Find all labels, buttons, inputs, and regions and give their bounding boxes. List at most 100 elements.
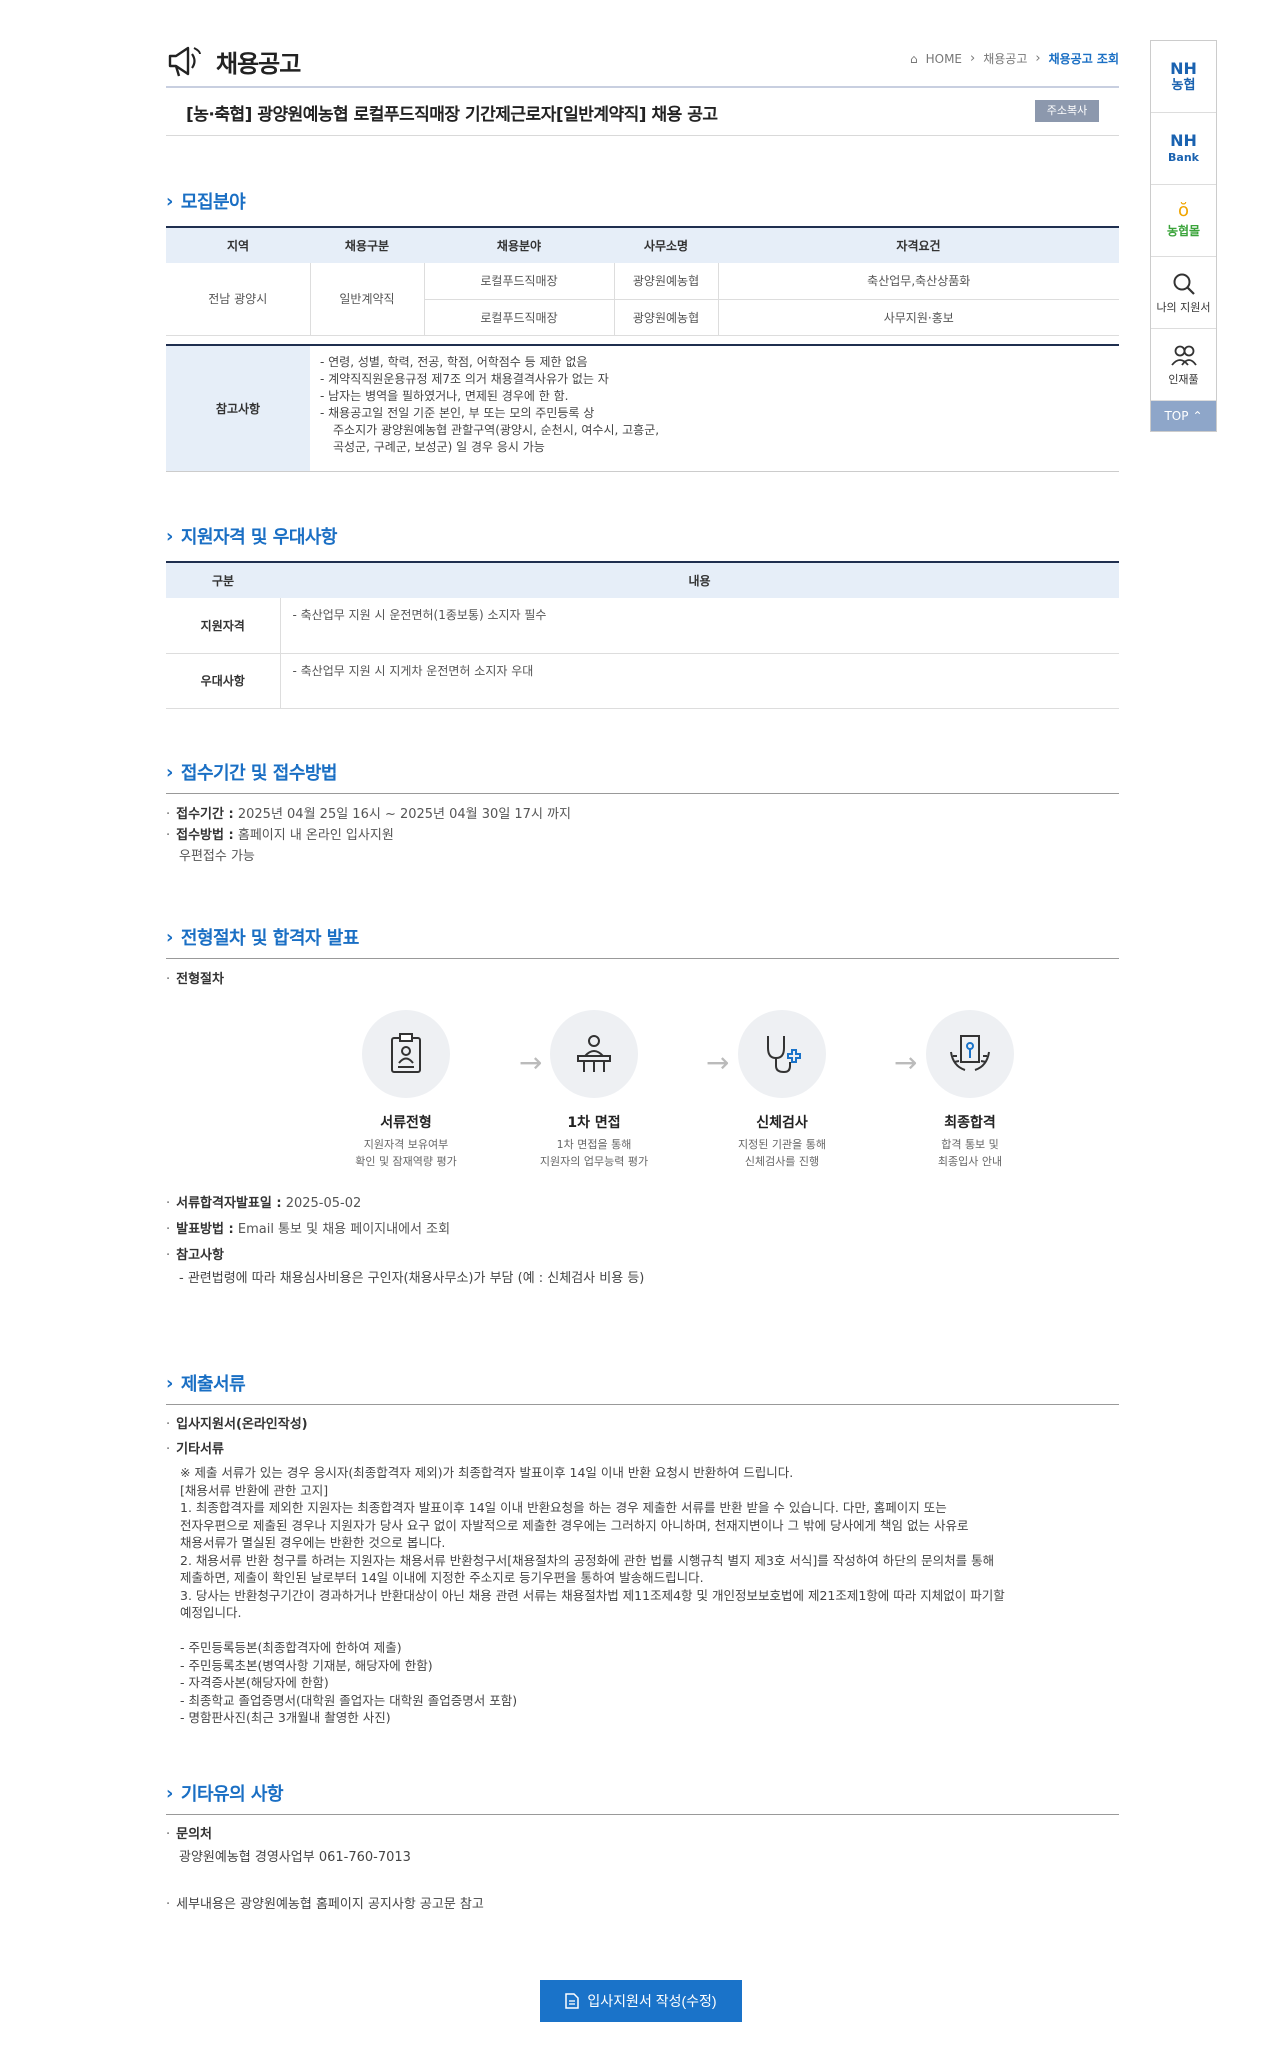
step-document: 서류전형 지원자격 보유여부 확인 및 잠재역량 평가 [326,1010,486,1170]
receipt-info: · 접수기간 : 2025년 04월 25일 16시 ~ 2025년 04월 30… [166,804,571,867]
top-label: TOP [1164,409,1189,423]
ref-label: 참고사항 [176,1248,224,1263]
doc-line [180,1622,1120,1640]
detail-line: · 세부내용은 광양원예농협 홈페이지 공지사항 공고문 참고 [166,1897,484,1912]
qualify-table: 구분 내용 지원자격 - 축산업무 지원 시 운전면허(1종보통) 소지자 필수… [166,561,1119,709]
row-label: 지원자격 [166,598,281,654]
talent-pool-link[interactable]: 인재풀 [1151,329,1216,401]
stethoscope-icon [738,1010,826,1098]
section-heading-label: 접수기간 및 접수방법 [180,763,338,784]
method-value: 홈페이지 내 온라인 입사지원 [237,828,394,843]
note-line: 주소지가 광양원예농협 관할구역(광양시, 순천시, 여수시, 고흥군, [333,423,660,437]
nh-bank-logo-subtext: Bank [1168,151,1199,164]
nh-logo-subtext: 농협 [1171,78,1196,93]
step-desc: 1차 면접을 통해 [556,1138,632,1151]
chevron-right-icon: › [970,51,976,66]
apply-button-label: 입사지원서 작성(수정) [587,1993,717,2009]
office-cell: 광양원예농협 [614,299,719,336]
process-sub-label: 전형절차 [176,972,224,987]
doc-line: 3. 당사는 반환청구기간이 경과하거나 반환대상이 아닌 채용 관련 서류는 … [180,1587,1005,1603]
breadcrumb-home[interactable]: HOME [926,52,962,66]
document-icon [362,1010,450,1098]
certificate-icon [926,1010,1014,1098]
chevron-right-icon: › [166,1372,173,1394]
method-value-2: 우편접수 가능 [179,849,255,864]
step-final: 최종합격 합격 통보 및 최종입사 안내 [890,1010,1050,1170]
breadcrumb-recruit[interactable]: 채용공고 [983,50,1027,67]
copy-address-button[interactable]: 주소복사 [1035,100,1099,122]
method-label: 접수방법 : [176,828,234,843]
step-title: 최종합격 [944,1115,996,1131]
doc-line: 전자우편으로 제출된 경우나 지원자가 당사 요구 없이 자발적으로 제출한 경… [180,1517,969,1533]
doc-line: - 명함판사진(최근 3개월내 촬영한 사진) [180,1710,391,1725]
breadcrumb-current[interactable]: 채용공고 조회 [1049,50,1119,67]
row-content: - 축산업무 지원 시 운전면허(1종보통) 소지자 필수 [280,598,1119,654]
chevron-right-icon: › [166,525,173,547]
section-heading-label: 지원자격 및 우대사항 [180,527,338,548]
step-desc: 합격 통보 및 [941,1138,999,1151]
doc-item: · 입사지원서(온라인작성) [166,1417,308,1432]
detail-value: 세부내용은 광양원예농협 홈페이지 공지사항 공고문 참고 [176,1897,484,1912]
step-title: 1차 면접 [567,1115,621,1131]
column-header: 사무소명 [614,226,718,263]
step-desc: 지원자의 업무능력 평가 [539,1155,649,1168]
table-row: 전남 광양시 일반계약직 로컬푸드직매장 광양원예농협 축산업무,축산상품화 [166,263,1119,336]
contact-value: 광양원예농협 경영사업부 061-760-7013 [179,1850,411,1865]
step-desc: 지정된 기관을 통해 [738,1138,826,1151]
nh-bank-link[interactable]: NH Bank [1151,113,1216,185]
region-cell: 전남 광양시 [166,263,311,336]
nh-nonghyup-link[interactable]: NH 농협 [1151,41,1216,113]
page-title: 채용공고 [216,50,301,78]
home-icon[interactable]: ⌂ [910,52,918,66]
period-label: 접수기간 : [176,807,234,822]
megaphone-icon [168,46,201,77]
chevron-right-icon: › [166,190,173,212]
doc-line: - 자격증사본(해당자에 한함) [180,1675,329,1690]
mall-logo-icon: ŏ [1177,200,1189,221]
top-button[interactable]: TOP ⌃ [1151,401,1216,431]
step-medical: 신체검사 지정된 기관을 통해 신체검사를 진행 [702,1010,862,1170]
column-header: 자격요건 [718,226,1119,263]
ref-line: · 참고사항 [166,1248,224,1263]
step-title: 서류전형 [380,1115,432,1131]
breadcrumb: ⌂ HOME › 채용공고 › 채용공고 조회 [910,50,1119,67]
column-header: 채용구분 [310,226,424,263]
chevron-right-icon: › [1035,51,1041,66]
note-line: - 채용공고일 전일 기준 본인, 부 또는 모의 주민등록 상 [320,406,595,420]
step-title: 신체검사 [756,1115,808,1131]
field-cell: 로컬푸드직매장 [424,263,615,300]
recruit-notes: 참고사항 - 연령, 성별, 학력, 전공, 학점, 어학점수 등 제한 없음 … [166,344,1119,472]
step-interview: 1차 면접 1차 면접을 통해 지원자의 업무능력 평가 [514,1010,674,1170]
notice-line: · 발표방법 : Email 통보 및 채용 페이지내에서 조회 [166,1222,451,1237]
period-value: 2025년 04월 25일 16시 ~ 2025년 04월 30일 17시 까지 [237,807,571,822]
chevron-right-icon: › [166,761,173,783]
main-content: 채용공고 ⌂ HOME › 채용공고 › 채용공고 조회 [농·축협] 광양원예… [166,0,1119,2022]
documents-text: ※ 제출 서류가 있는 경우 응시자(최종합격자 제외)가 최종합격자 발표이후… [180,1464,1120,1727]
column-header: 구분 [166,561,280,598]
notes-label: 참고사항 [166,346,310,471]
column-header: 채용분야 [424,226,614,263]
doc-line: 채용서류가 멸실된 경우에는 반환한 것으로 봅니다. [180,1535,446,1550]
document-icon [565,1993,580,2009]
posting-title: [농·축협] 광양원예농협 로컬푸드직매장 기간제근로자[일반계약직] 채용 공… [186,105,718,125]
method-line: · 접수방법 : 홈페이지 내 온라인 입사지원 [166,828,394,843]
section-heading-label: 기타유의 사항 [180,1784,284,1805]
apply-button[interactable]: 입사지원서 작성(수정) [540,1980,742,2022]
section-heading-label: 모집분야 [180,192,246,213]
recruit-table: 지역 채용구분 채용분야 사무소명 자격요건 전남 광양시 일반계약직 로컬푸드… [166,226,1119,336]
section-heading-label: 전형절차 및 합격자 발표 [180,928,359,949]
qual-cell: 사무지원·홍보 [718,299,1119,336]
qual-cell: 축산업무,축산상품화 [718,263,1119,300]
notice-value: Email 통보 및 채용 페이지내에서 조회 [237,1222,451,1237]
nh-mall-link[interactable]: ŏ 농협몰 [1151,185,1216,257]
table-row: 우대사항 - 축산업무 지원 시 지게차 운전면허 소지자 우대 [166,653,1119,709]
doc-line: 2. 채용서류 반환 청구를 하려는 지원자는 채용서류 반환청구서[채용절차의… [180,1552,995,1568]
my-application-link[interactable]: 나의 지원서 [1151,257,1216,329]
table-header-row: 구분 내용 [166,561,1119,598]
table-header-row: 지역 채용구분 채용분야 사무소명 자격요건 [166,226,1119,263]
doc-line: ※ 제출 서류가 있는 경우 응시자(최종합격자 제외)가 최종합격자 발표이후… [180,1465,794,1480]
column-header: 지역 [166,226,310,263]
section-heading-label: 제출서류 [180,1374,246,1395]
row-content: - 축산업무 지원 시 지게차 운전면허 소지자 우대 [280,653,1119,709]
announce-value: 2025-05-02 [285,1196,362,1211]
